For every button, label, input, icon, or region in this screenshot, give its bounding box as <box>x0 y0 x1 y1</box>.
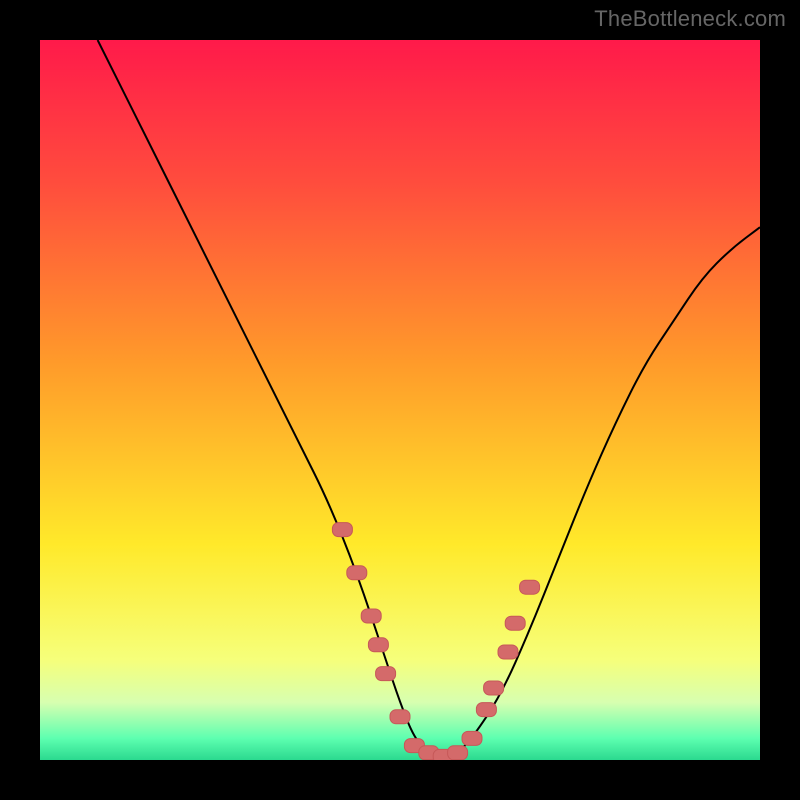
marker-point <box>520 580 540 594</box>
bottleneck-chart <box>40 40 760 760</box>
marker-point <box>368 638 388 652</box>
marker-point <box>361 609 381 623</box>
marker-point <box>476 703 496 717</box>
marker-point <box>484 681 504 695</box>
marker-point <box>498 645 518 659</box>
marker-point <box>462 731 482 745</box>
marker-point <box>376 667 396 681</box>
marker-point <box>448 746 468 760</box>
marker-point <box>390 710 410 724</box>
marker-point <box>505 616 525 630</box>
marker-point <box>347 566 367 580</box>
marker-point <box>332 523 352 537</box>
watermark-text: TheBottleneck.com <box>594 6 786 32</box>
chart-frame: TheBottleneck.com <box>0 0 800 800</box>
gradient-background <box>40 40 760 760</box>
